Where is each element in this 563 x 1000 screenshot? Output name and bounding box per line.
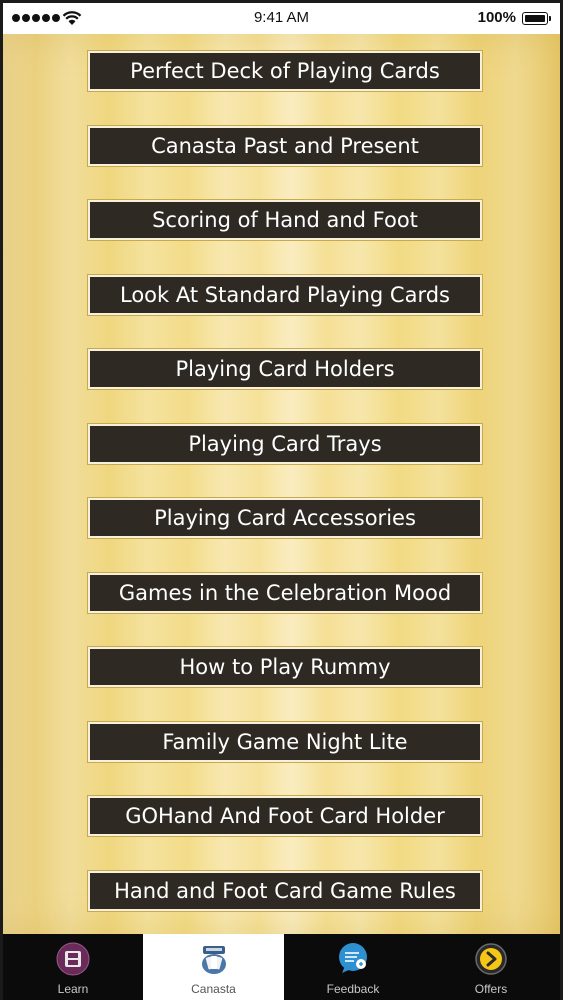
menu-item-perfect-deck[interactable]: Perfect Deck of Playing Cards (87, 50, 483, 92)
menu-item-card-trays[interactable]: Playing Card Trays (87, 422, 483, 465)
tab-feedback[interactable]: Feedback (284, 934, 422, 1000)
menu-item-card-holders[interactable]: Playing Card Holders (87, 348, 483, 390)
menu-item-canasta-past-present[interactable]: Canasta Past and Present (87, 124, 483, 167)
app-frame: 9:41 AM 100% Perfect Deck of Playing Car… (0, 0, 563, 1000)
menu-item-card-accessories[interactable]: Playing Card Accessories (87, 497, 483, 539)
battery-icon (522, 12, 552, 27)
menu-item-celebration-games[interactable]: Games in the Celebration Mood (87, 571, 483, 614)
tab-learn-label: Learn (57, 982, 89, 996)
menu-item-scoring-hand-foot[interactable]: Scoring of Hand and Foot (87, 199, 483, 241)
status-time: 9:41 AM (253, 9, 310, 26)
status-bar: 9:41 AM 100% (3, 0, 560, 34)
topic-menu: Perfect Deck of Playing Cards Canasta Pa… (3, 50, 560, 945)
menu-item-family-game-night[interactable]: Family Game Night Lite (87, 720, 483, 763)
main-content: Perfect Deck of Playing Cards Canasta Pa… (3, 34, 560, 934)
battery-percentage: 100% (477, 9, 516, 26)
tab-feedback-label: Feedback (326, 982, 380, 996)
menu-item-game-rules[interactable]: Hand and Foot Card Game Rules (87, 869, 483, 912)
tab-canasta-label: Canasta (191, 982, 236, 996)
tab-canasta[interactable]: Canasta (143, 934, 284, 1000)
speech-bubble-icon (339, 943, 367, 973)
tab-offers[interactable]: Offers (422, 934, 560, 1000)
tab-offers-label: Offers (474, 982, 508, 996)
bottom-tab-bar: Learn Canasta Feedback Offers (3, 934, 560, 1000)
menu-item-standard-playing-cards[interactable]: Look At Standard Playing Cards (87, 273, 483, 316)
menu-item-play-rummy[interactable]: How to Play Rummy (87, 646, 483, 688)
menu-item-gohand-card-holder[interactable]: GOHand And Foot Card Holder (87, 795, 483, 837)
tab-learn[interactable]: Learn (3, 934, 143, 1000)
chevron-circle-icon (475, 943, 507, 975)
film-icon (56, 942, 90, 976)
card-deck-icon (201, 946, 226, 974)
